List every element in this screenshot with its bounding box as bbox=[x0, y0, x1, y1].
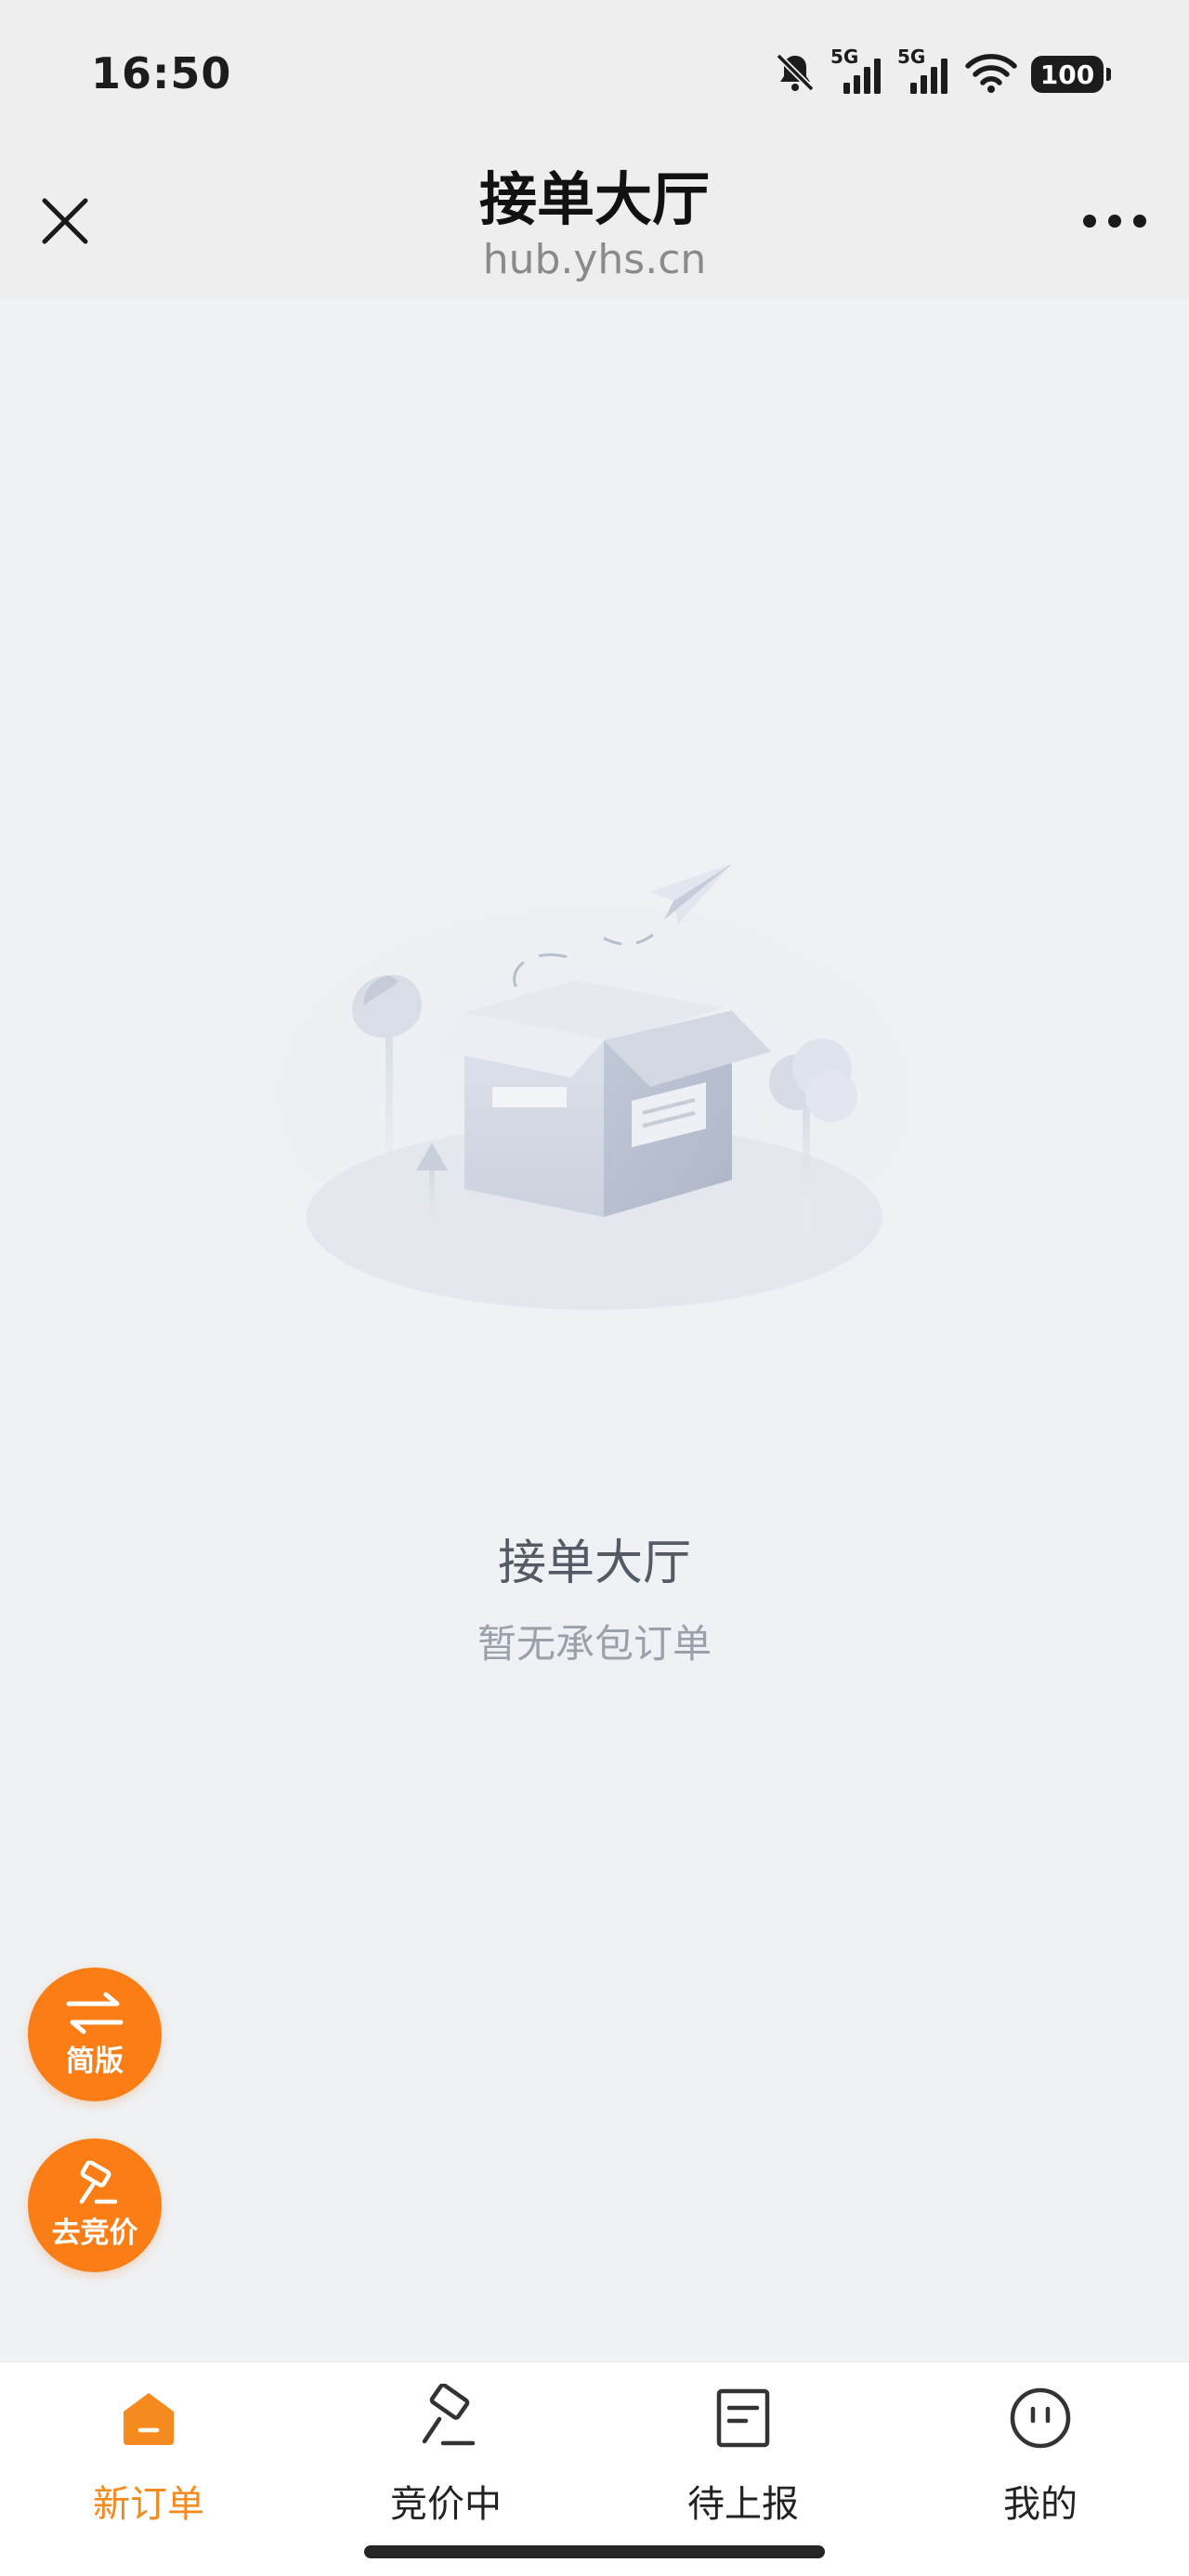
battery-level: 100 bbox=[1039, 59, 1095, 90]
face-icon bbox=[1005, 2383, 1076, 2453]
page-url: hub.yhs.cn bbox=[482, 236, 707, 283]
tab-pending-report[interactable]: 待上报 bbox=[650, 2383, 836, 2531]
empty-state-title: 接单大厅 bbox=[497, 1536, 691, 1591]
tab-new-orders[interactable]: 新订单 bbox=[56, 2383, 242, 2531]
tab-label: 待上报 bbox=[687, 2483, 799, 2526]
tab-label: 我的 bbox=[1003, 2483, 1078, 2526]
more-button[interactable] bbox=[1068, 184, 1161, 258]
go-bid-button[interactable]: 去竞价 bbox=[28, 2138, 162, 2272]
bottom-tab-bar: 新订单 竞价中 待上报 我的 bbox=[0, 2361, 1189, 2576]
empty-box-illustration bbox=[130, 762, 1059, 1338]
battery-icon: 100 bbox=[1031, 56, 1111, 93]
status-time: 16:50 bbox=[91, 48, 232, 98]
empty-state-subtitle: 暂无承包订单 bbox=[477, 1621, 712, 1667]
tab-label: 竞价中 bbox=[390, 2483, 502, 2526]
signal-icon: 5G bbox=[897, 46, 951, 98]
simple-version-label: 简版 bbox=[66, 2044, 124, 2078]
home-indicator[interactable] bbox=[364, 2545, 825, 2558]
simple-version-button[interactable]: 简版 bbox=[28, 1968, 162, 2101]
signal-icon: 5G bbox=[830, 46, 884, 98]
tab-label: 新订单 bbox=[93, 2483, 204, 2526]
nav-bar: 接单大厅 hub.yhs.cn bbox=[0, 139, 1189, 299]
status-icons: 5G 5G 100 bbox=[773, 46, 1111, 102]
tab-mine[interactable]: 我的 bbox=[947, 2383, 1133, 2531]
go-bid-label: 去竞价 bbox=[51, 2216, 138, 2250]
more-icon bbox=[1083, 215, 1146, 228]
gavel-icon bbox=[411, 2383, 481, 2453]
swap-arrows-icon bbox=[66, 1992, 124, 2033]
tab-bidding[interactable]: 竞价中 bbox=[353, 2383, 539, 2531]
document-icon bbox=[708, 2383, 778, 2453]
wifi-icon bbox=[964, 51, 1018, 98]
status-bar: 16:50 5G 5G 100 bbox=[0, 0, 1189, 158]
bell-muted-icon bbox=[773, 50, 817, 98]
page-title: 接单大厅 bbox=[478, 165, 710, 233]
gavel-icon bbox=[79, 2160, 118, 2203]
home-icon bbox=[113, 2383, 184, 2453]
